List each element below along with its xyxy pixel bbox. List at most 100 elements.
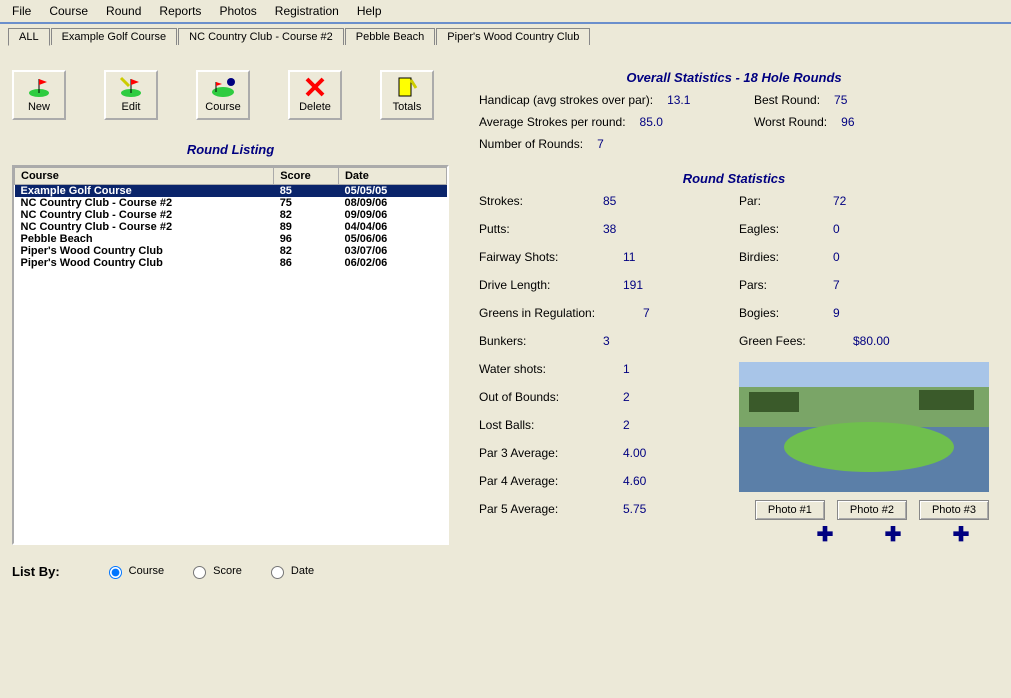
strokes-label: Strokes: (479, 194, 589, 208)
tab-example[interactable]: Example Golf Course (51, 28, 178, 45)
cell-date: 04/04/06 (338, 221, 446, 233)
table-row[interactable]: NC Country Club - Course #28209/09/06 (15, 209, 447, 221)
fees-label: Green Fees: (739, 334, 839, 348)
course-label: Course (205, 101, 240, 113)
bunkers-label: Bunkers: (479, 334, 589, 348)
menu-photos[interactable]: Photos (211, 2, 264, 20)
cell-course: NC Country Club - Course #2 (15, 221, 274, 233)
toolbar: New Edit Course Delete (12, 70, 449, 120)
cell-score: 86 (274, 257, 339, 269)
avgstrokes-value: 85.0 (640, 115, 663, 129)
radio-score[interactable]: Score (188, 563, 242, 579)
par3-label: Par 3 Average: (479, 446, 609, 460)
lost-value: 2 (623, 418, 630, 432)
round-listing-table[interactable]: Course Score Date Example Golf Course850… (12, 165, 449, 545)
par4-label: Par 4 Average: (479, 474, 609, 488)
cell-score: 75 (274, 197, 339, 209)
photo-2-button[interactable]: Photo #2 (837, 500, 907, 520)
cell-course: Piper's Wood Country Club (15, 257, 274, 269)
round-stats-title: Round Statistics (469, 171, 999, 186)
table-row[interactable]: NC Country Club - Course #27508/09/06 (15, 197, 447, 209)
tab-all[interactable]: ALL (8, 28, 50, 46)
col-course[interactable]: Course (15, 168, 274, 185)
totals-label: Totals (393, 101, 422, 113)
course-icon (209, 75, 237, 99)
menu-course[interactable]: Course (41, 2, 96, 20)
tab-pebble[interactable]: Pebble Beach (345, 28, 436, 45)
menu-registration[interactable]: Registration (267, 2, 347, 20)
fees-value: $80.00 (853, 334, 890, 348)
course-photo (739, 362, 989, 492)
fairway-value: 11 (623, 250, 635, 264)
listby-label: List By: (12, 564, 60, 579)
add-photo-2-icon[interactable]: ✚ (883, 526, 903, 546)
round-listing-title: Round Listing (12, 142, 449, 157)
cell-date: 08/09/06 (338, 197, 446, 209)
birdies-value: 0 (833, 250, 840, 264)
table-row[interactable]: Pebble Beach9605/06/06 (15, 233, 447, 245)
col-score[interactable]: Score (274, 168, 339, 185)
birdies-label: Birdies: (739, 250, 819, 264)
tabbar: ALL Example Golf Course NC Country Club … (0, 28, 1011, 45)
cell-date: 09/09/06 (338, 209, 446, 221)
edit-button[interactable]: Edit (104, 70, 158, 120)
new-label: New (28, 101, 50, 113)
handicap-value: 13.1 (667, 93, 690, 107)
putts-label: Putts: (479, 222, 589, 236)
totals-button[interactable]: Totals (380, 70, 434, 120)
cell-date: 05/05/05 (338, 185, 446, 198)
par5-label: Par 5 Average: (479, 502, 609, 516)
radio-date[interactable]: Date (266, 563, 314, 579)
worst-label: Worst Round: (754, 115, 827, 129)
handicap-label: Handicap (avg strokes over par): (479, 93, 653, 107)
gir-value: 7 (643, 306, 650, 320)
add-photo-3-icon[interactable]: ✚ (951, 526, 971, 546)
cell-score: 85 (274, 185, 339, 198)
best-value: 75 (834, 93, 847, 107)
add-photo-1-icon[interactable]: ✚ (815, 526, 835, 546)
col-date[interactable]: Date (338, 168, 446, 185)
cell-course: NC Country Club - Course #2 (15, 209, 274, 221)
best-label: Best Round: (754, 93, 820, 107)
par4-value: 4.60 (623, 474, 646, 488)
bunkers-value: 3 (603, 334, 610, 348)
overall-stats-title: Overall Statistics - 18 Hole Rounds (469, 70, 999, 85)
photo-1-button[interactable]: Photo #1 (755, 500, 825, 520)
putts-value: 38 (603, 222, 616, 236)
radio-course[interactable]: Course (104, 563, 164, 579)
numrounds-value: 7 (597, 137, 604, 151)
table-row[interactable]: NC Country Club - Course #28904/04/06 (15, 221, 447, 233)
water-label: Water shots: (479, 362, 609, 376)
totals-icon (396, 75, 418, 99)
tab-pipers[interactable]: Piper's Wood Country Club (436, 28, 590, 45)
photo-3-button[interactable]: Photo #3 (919, 500, 989, 520)
cell-course: Piper's Wood Country Club (15, 245, 274, 257)
eagles-label: Eagles: (739, 222, 819, 236)
table-row[interactable]: Piper's Wood Country Club8203/07/06 (15, 245, 447, 257)
edit-label: Edit (122, 101, 141, 113)
new-button[interactable]: New (12, 70, 66, 120)
cell-date: 05/06/06 (338, 233, 446, 245)
oob-label: Out of Bounds: (479, 390, 609, 404)
delete-x-icon (304, 75, 326, 99)
bogies-value: 9 (833, 306, 840, 320)
pars-value: 7 (833, 278, 840, 292)
menu-reports[interactable]: Reports (151, 2, 209, 20)
strokes-value: 85 (603, 194, 616, 208)
tab-nc[interactable]: NC Country Club - Course #2 (178, 28, 344, 45)
menu-help[interactable]: Help (349, 2, 390, 20)
course-button[interactable]: Course (196, 70, 250, 120)
eagles-value: 0 (833, 222, 840, 236)
menu-round[interactable]: Round (98, 2, 149, 20)
avgstrokes-label: Average Strokes per round: (479, 115, 626, 129)
cell-date: 03/07/06 (338, 245, 446, 257)
drive-value: 191 (623, 278, 643, 292)
worst-value: 96 (841, 115, 854, 129)
menubar: File Course Round Reports Photos Registr… (0, 0, 1011, 24)
delete-button[interactable]: Delete (288, 70, 342, 120)
par5-value: 5.75 (623, 502, 646, 516)
table-row[interactable]: Example Golf Course8505/05/05 (15, 185, 447, 198)
cell-course: Pebble Beach (15, 233, 274, 245)
menu-file[interactable]: File (4, 2, 39, 20)
table-row[interactable]: Piper's Wood Country Club8606/02/06 (15, 257, 447, 269)
